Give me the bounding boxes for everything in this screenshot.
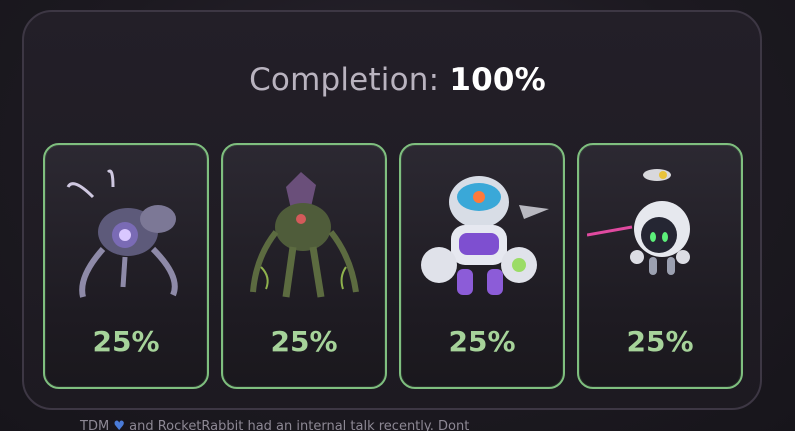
spider-bot-icon bbox=[66, 169, 178, 298]
thorn-creature-icon bbox=[250, 172, 359, 298]
chat-text-start: TDM bbox=[80, 419, 110, 431]
chat-text-rest: and RocketRabbit had an internal talk re… bbox=[129, 419, 470, 431]
completion-value: 100% bbox=[449, 62, 546, 98]
card-3-percent: 25% bbox=[448, 325, 516, 358]
character-card-2[interactable]: 25% bbox=[221, 143, 387, 389]
background-chat-text: TDM ♥ and RocketRabbit had an internal t… bbox=[80, 419, 469, 431]
card-1-percent: 25% bbox=[92, 325, 160, 358]
character-card-4[interactable]: 25% bbox=[577, 143, 743, 389]
completion-label: Completion: bbox=[249, 62, 440, 98]
completion-title: Completion: 100% bbox=[0, 62, 795, 98]
card-2-percent: 25% bbox=[270, 325, 338, 358]
character-card-3[interactable]: 25% bbox=[399, 143, 565, 389]
astronaut-mech-icon bbox=[421, 176, 549, 295]
drone-bot-icon bbox=[587, 169, 690, 275]
stage: Completion: 100% 25% 25% 25% 25% TDM ♥ a… bbox=[0, 0, 795, 431]
card-4-percent: 25% bbox=[626, 325, 694, 358]
character-card-1[interactable]: 25% bbox=[43, 143, 209, 389]
heart-icon: ♥ bbox=[113, 419, 125, 431]
